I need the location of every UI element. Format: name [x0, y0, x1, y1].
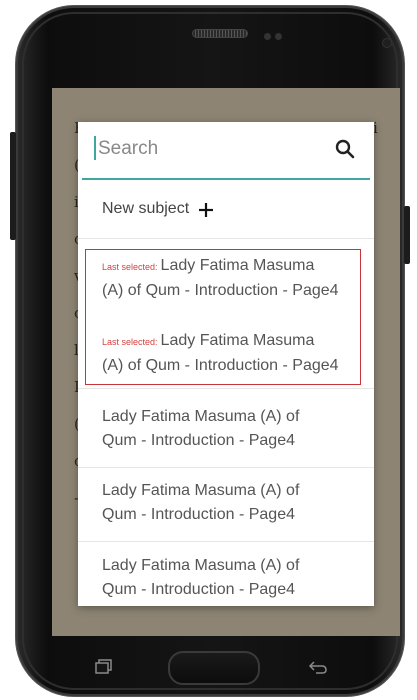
- text-cursor: [94, 136, 96, 160]
- new-subject-label: New subject: [102, 200, 190, 217]
- subject-list-item[interactable]: Lady Fatima Masuma (A) of Qum - Introduc…: [78, 554, 374, 602]
- proximity-sensor: [264, 33, 271, 40]
- last-selected-highlight: [85, 249, 361, 385]
- subject-list-item[interactable]: Lady Fatima Masuma (A) of Qum - Introduc…: [78, 479, 374, 542]
- front-camera: [383, 39, 391, 47]
- subject-title-line: Qum - Introduction - Page4: [102, 432, 295, 449]
- volume-button: [10, 132, 16, 240]
- new-subject-button[interactable]: New subject: [78, 180, 374, 239]
- power-button: [404, 206, 410, 264]
- back-icon[interactable]: [308, 658, 328, 676]
- subject-title-line: Lady Fatima Masuma (A) of: [102, 557, 300, 574]
- divider: [78, 388, 374, 389]
- light-sensor: [275, 33, 282, 40]
- subject-picker-dialog: New subject Last selected:Lady Fatima Ma…: [78, 122, 374, 606]
- subject-title-line: Qum - Introduction - Page4: [102, 581, 295, 598]
- subject-title-line: Lady Fatima Masuma (A) of: [102, 482, 300, 499]
- search-input[interactable]: [98, 132, 328, 166]
- home-button[interactable]: [168, 651, 260, 685]
- phone-frame: From the 6th Imam, Imam Ja'far al-Sādiq …: [16, 6, 404, 696]
- search-bar: [82, 122, 370, 180]
- earpiece-speaker: [192, 29, 248, 38]
- plus-icon: [199, 203, 214, 217]
- search-icon[interactable]: [334, 138, 356, 160]
- subject-list-item[interactable]: Lady Fatima Masuma (A) of Qum - Introduc…: [78, 405, 374, 468]
- subject-title-line: Qum - Introduction - Page4: [102, 506, 295, 523]
- subject-title-line: Lady Fatima Masuma (A) of: [102, 408, 300, 425]
- screen: From the 6th Imam, Imam Ja'far al-Sādiq …: [52, 88, 400, 636]
- recent-apps-icon[interactable]: [94, 658, 114, 676]
